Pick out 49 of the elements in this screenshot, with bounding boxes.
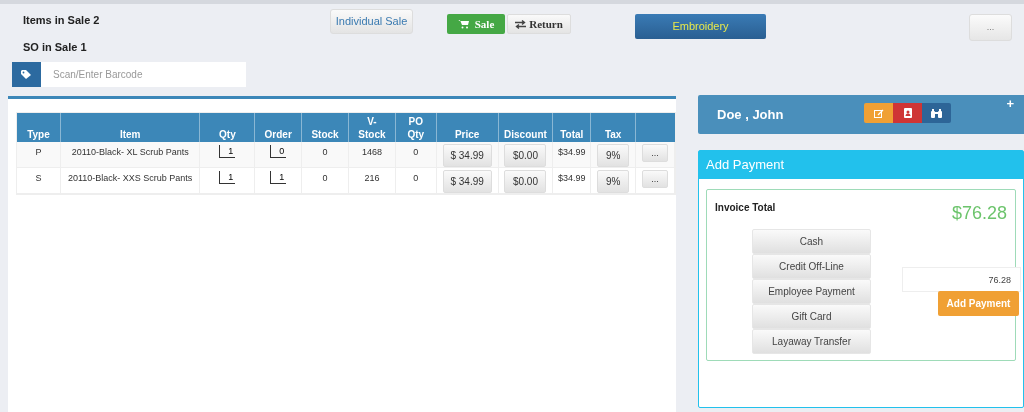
table-cell-text: 0	[413, 172, 419, 185]
payment-method-button[interactable]: Employee Payment	[752, 279, 871, 304]
table-cell-text: 0	[322, 146, 328, 159]
qty-field[interactable]: 1	[219, 145, 236, 158]
invoice-total-amount: $76.28	[951, 202, 1007, 225]
price-button[interactable]: $ 34.99	[442, 170, 492, 193]
barcode-input[interactable]: Scan/Enter Barcode	[41, 62, 246, 87]
payment-method-button[interactable]: Cash	[752, 229, 871, 254]
individual-sale-button[interactable]: Individual Sale	[330, 9, 413, 34]
search-button[interactable]	[922, 103, 951, 123]
tax-button[interactable]: 9%	[597, 144, 630, 167]
table-cell-text: S	[35, 172, 42, 185]
return-button[interactable]: Return	[507, 14, 571, 34]
payment-method-button[interactable]: Layaway Transfer	[752, 329, 871, 354]
discount-button[interactable]: $0.00	[504, 144, 547, 167]
item-name: 20110-Black- XXS Scrub Pants	[67, 172, 193, 185]
so-count-label: SO in Sale 1	[23, 39, 88, 55]
amount-input[interactable]: 76.28	[902, 267, 1021, 292]
swap-icon	[515, 19, 527, 29]
discount-button[interactable]: $0.00	[504, 170, 547, 193]
row-actions-button[interactable]: ...	[642, 144, 669, 162]
table-cell-text: $34.99	[558, 146, 586, 159]
order-field[interactable]: 1	[270, 171, 287, 184]
table-cell-text: 0	[322, 172, 328, 185]
price-button[interactable]: $ 34.99	[442, 144, 492, 167]
panel-title: Add Payment	[706, 156, 785, 175]
order-field[interactable]: 0	[270, 145, 287, 158]
table-cell-text: $34.99	[558, 172, 586, 185]
table-cell-text: P	[35, 146, 42, 159]
payment-method-button[interactable]: Credit Off-Line	[752, 254, 871, 279]
items-count-label: Items in Sale 2	[23, 13, 101, 28]
payment-method-button[interactable]: Gift Card	[752, 304, 871, 329]
table-cell-text: 216	[364, 172, 380, 185]
tag-icon	[20, 70, 33, 79]
tax-button[interactable]: 9%	[597, 170, 630, 193]
contact-card-icon	[903, 108, 912, 118]
table-cell-text: 0	[413, 146, 419, 159]
invoice-total-label: Invoice Total	[715, 201, 776, 215]
edit-icon	[873, 108, 884, 118]
row-actions-button[interactable]: ...	[642, 170, 669, 188]
item-name: 20110-Black- XL Scrub Pants	[71, 146, 189, 159]
more-button[interactable]: ...	[969, 14, 1012, 41]
customer-name: Doe , John	[717, 106, 784, 124]
table-cell-text: 1468	[361, 146, 382, 159]
add-customer-button[interactable]: +	[1006, 97, 1014, 111]
qty-field[interactable]: 1	[219, 171, 236, 184]
contact-button[interactable]	[893, 103, 922, 123]
embroidery-button[interactable]: Embroidery	[635, 14, 766, 39]
binoculars-icon	[931, 108, 942, 118]
